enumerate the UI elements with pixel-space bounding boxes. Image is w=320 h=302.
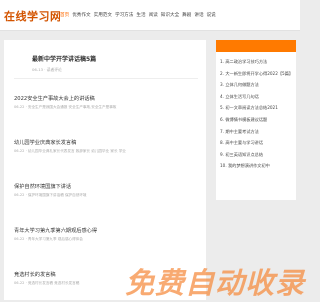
article-item[interactable]: 幼儿园学业庆典家长发言稿 06-22 · 幼儿园毕业典礼家长代表发言 致辞家长 … — [14, 139, 202, 154]
nav-quotes[interactable]: 说说 — [207, 12, 216, 18]
article-title[interactable]: 2022安全生产事故大会上的讲话稿 — [14, 95, 202, 102]
sidebar-item[interactable]: 2. 大一新生即将开学心得2022【5篇】 — [220, 68, 294, 80]
sidebar-header — [216, 40, 296, 52]
page-date: 06-13 · 读者评论 — [32, 67, 62, 72]
nav-life[interactable]: 生活 — [136, 12, 145, 18]
nav-speech[interactable]: 讲话 — [194, 12, 203, 18]
article-item[interactable]: 青年大学习第九季第六期观后感心得 06-22 · 青年大学习第九季 观后感心得体… — [14, 227, 202, 242]
sidebar-item[interactable]: 5. 初一文章阅读方法总结2021 — [220, 102, 294, 114]
nav-home[interactable]: 首页 — [60, 12, 69, 18]
divider — [14, 78, 198, 79]
nav-templates[interactable]: 实用范文 — [94, 12, 112, 18]
sidebar-item[interactable]: 6. 微博情书模板建议话题 — [220, 114, 294, 126]
main-nav: 首页 优秀作文 实用范文 学习方法 生活 阅读 知识大全 舞剧 讲话 说说 — [60, 12, 300, 18]
sidebar-item[interactable]: 9. 初三英语知识点总结 — [220, 149, 294, 161]
article-item[interactable]: 保护自然环境国旗下讲话 06-22 · 保护环境国旗下讲话稿 保护自然环境 — [14, 183, 202, 198]
watermark: 免费自动收录 — [125, 266, 306, 300]
sidebar-item[interactable]: 10. 我的梦想演讲作文初中 — [220, 160, 294, 172]
article-meta: 06-22 · 安全生产是我国大会通报 安全生产事故,安全生产是事故 — [14, 105, 117, 109]
page-title: 最新中学开学讲话稿5篇 — [32, 56, 97, 63]
nav-knowledge[interactable]: 知识大全 — [161, 12, 179, 18]
sidebar-item[interactable]: 3. 立体几何做题方法 — [220, 79, 294, 91]
article-meta: 06-22 · 青年大学习第九季 观后感心得体会 — [14, 237, 83, 241]
nav-study-methods[interactable]: 学习方法 — [115, 12, 133, 18]
top-bar: 在线学习网 首页 优秀作文 实用范文 学习方法 生活 阅读 知识大全 舞剧 讲话… — [0, 0, 300, 31]
article-meta: 06-22 · 保护环境国旗下讲话稿 保护自然环境 — [14, 193, 87, 197]
article-item[interactable]: 2022安全生产事故大会上的讲话稿 06-22 · 安全生产是我国大会通报 安全… — [14, 95, 202, 110]
article-title[interactable]: 幼儿园学业庆典家长发言稿 — [14, 139, 202, 146]
nav-reading[interactable]: 阅读 — [149, 12, 158, 18]
article-meta: 06-22 · 幼儿园毕业典礼家长代表发言 致辞家长 幼儿园毕业 家长 学业 — [14, 149, 126, 153]
nav-drama[interactable]: 舞剧 — [182, 12, 191, 18]
sidebar-list: 1. 高二政治学习技巧方法 2. 大一新生即将开学心得2022【5篇】 3. 立… — [220, 56, 294, 172]
sidebar-item[interactable]: 1. 高二政治学习技巧方法 — [220, 56, 294, 68]
article-title[interactable]: 青年大学习第九季第六期观后感心得 — [14, 227, 202, 234]
sidebar-item[interactable]: 7. 期中主要考试方法 — [220, 126, 294, 138]
sidebar: 1. 高二政治学习技巧方法 2. 大一新生即将开学心得2022【5篇】 3. 立… — [216, 40, 296, 200]
sidebar-item[interactable]: 8. 高中主要与学习讲话 — [220, 137, 294, 149]
site-logo[interactable]: 在线学习网 — [4, 8, 60, 24]
nav-essays[interactable]: 优秀作文 — [72, 12, 90, 18]
article-title[interactable]: 保护自然环境国旗下讲话 — [14, 183, 202, 190]
sidebar-item[interactable]: 4. 立体生活写几句话 — [220, 91, 294, 103]
